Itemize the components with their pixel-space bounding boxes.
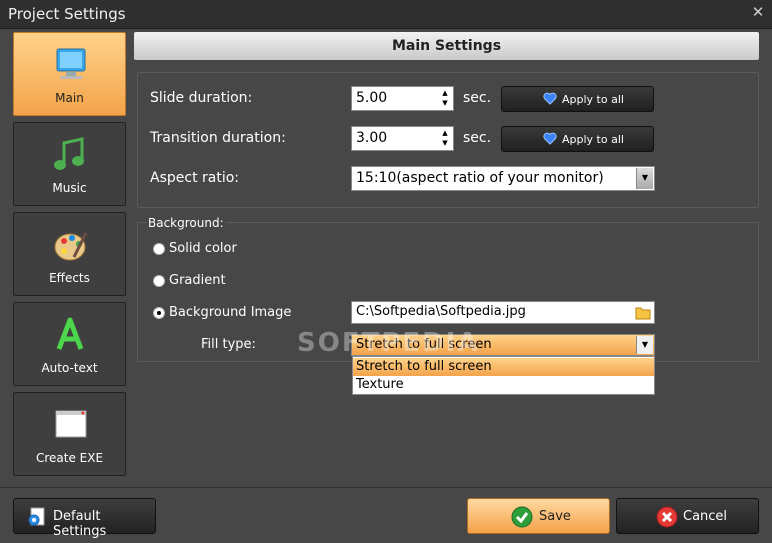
apply-all-label: Apply to all xyxy=(562,93,624,106)
cancel-label: Cancel xyxy=(683,509,728,524)
transition-duration-value: 3.00 xyxy=(356,130,388,146)
cancel-x-icon xyxy=(656,506,678,528)
sidebar-item-create-exe[interactable]: Create EXE xyxy=(13,392,126,476)
fill-type-label: Fill type: xyxy=(201,337,256,352)
window-title: Project Settings xyxy=(8,5,126,23)
stepper-up-icon[interactable]: ▲ xyxy=(439,88,451,98)
transition-duration-stepper[interactable]: 3.00 ▲ ▼ xyxy=(351,126,454,151)
softpedia-watermark: SOFTPEDIA xyxy=(297,328,480,358)
heart-icon xyxy=(543,132,557,145)
fill-type-dropdown[interactable]: Stretch to full screen Texture xyxy=(352,356,655,395)
sidebar-item-label: Effects xyxy=(49,271,90,285)
gradient-label: Gradient xyxy=(169,273,226,288)
sidebar-item-auto-text[interactable]: Auto-text xyxy=(13,302,126,386)
check-icon xyxy=(511,506,533,528)
transition-duration-label: Transition duration: xyxy=(150,130,286,146)
sidebar-item-label: Main xyxy=(55,91,84,105)
palette-icon xyxy=(54,232,88,261)
radio-solid-color[interactable] xyxy=(153,243,165,255)
monitor-icon xyxy=(56,48,86,79)
transition-apply-all-button[interactable]: Apply to all xyxy=(501,126,654,152)
cancel-button[interactable]: Cancel xyxy=(616,498,759,534)
window-icon xyxy=(55,410,87,438)
aspect-ratio-label: Aspect ratio: xyxy=(150,170,240,186)
slide-duration-label: Slide duration: xyxy=(150,90,253,106)
stepper-arrows[interactable]: ▲ ▼ xyxy=(439,88,451,109)
sidebar-item-effects[interactable]: Effects xyxy=(13,212,126,296)
footer-divider xyxy=(0,487,772,488)
image-path-field[interactable]: C:\Softpedia\Softpedia.jpg xyxy=(351,301,655,324)
sidebar-item-label: Create EXE xyxy=(35,451,104,465)
letter-a-icon xyxy=(56,317,84,350)
title-bar: Project Settings ✕ xyxy=(0,0,772,29)
chevron-down-icon[interactable]: ▼ xyxy=(636,336,653,354)
transition-duration-unit: sec. xyxy=(463,130,492,146)
stepper-down-icon[interactable]: ▼ xyxy=(439,138,451,148)
close-icon[interactable]: ✕ xyxy=(750,4,766,20)
aspect-ratio-value: 15:10(aspect ratio of your monitor) xyxy=(356,170,604,186)
stepper-down-icon[interactable]: ▼ xyxy=(439,98,451,108)
slide-duration-value: 5.00 xyxy=(356,90,388,106)
slide-duration-stepper[interactable]: 5.00 ▲ ▼ xyxy=(351,86,454,111)
apply-all-label: Apply to all xyxy=(562,133,624,146)
stepper-arrows[interactable]: ▲ ▼ xyxy=(439,128,451,149)
default-settings-button[interactable]: Default Settings xyxy=(13,498,156,539)
save-label: Save xyxy=(539,509,571,524)
page-title: Main Settings xyxy=(134,32,759,60)
solid-color-label: Solid color xyxy=(169,241,237,256)
heart-icon xyxy=(543,92,557,105)
background-image-label: Background Image xyxy=(169,305,292,320)
radio-background-image[interactable] xyxy=(153,307,165,319)
slide-duration-unit: sec. xyxy=(463,90,492,106)
background-group-label: Background: xyxy=(146,216,226,230)
music-note-icon xyxy=(54,137,84,170)
sidebar-item-label: Music xyxy=(52,181,87,195)
stepper-up-icon[interactable]: ▲ xyxy=(439,128,451,138)
slide-apply-all-button[interactable]: Apply to all xyxy=(501,86,654,112)
radio-gradient[interactable] xyxy=(153,275,165,287)
folder-icon[interactable] xyxy=(635,305,651,320)
dropdown-option[interactable]: Texture xyxy=(353,376,654,394)
aspect-ratio-select[interactable]: 15:10(aspect ratio of your monitor) ▼ xyxy=(351,166,655,191)
default-settings-label: Default Settings xyxy=(53,509,107,539)
save-button[interactable]: Save xyxy=(467,498,610,534)
chevron-down-icon[interactable]: ▼ xyxy=(636,168,653,189)
sidebar-item-label: Auto-text xyxy=(41,361,98,375)
settings-document-icon xyxy=(28,507,45,526)
sidebar-item-main[interactable]: Main xyxy=(13,32,126,116)
image-path-value: C:\Softpedia\Softpedia.jpg xyxy=(356,304,526,319)
dropdown-option[interactable]: Stretch to full screen xyxy=(353,358,654,376)
sidebar-item-music[interactable]: Music xyxy=(13,122,126,206)
